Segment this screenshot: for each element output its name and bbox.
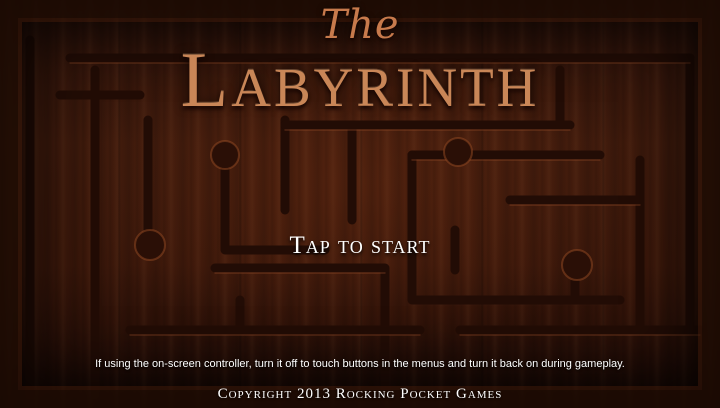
maze-hole	[443, 137, 473, 167]
maze-hole	[210, 140, 240, 170]
game-title: Labyrinth	[180, 36, 540, 123]
tap-to-start-button[interactable]: Tap to start	[0, 232, 720, 260]
copyright-text: Copyright 2013 Rocking Pocket Games	[217, 386, 503, 402]
title-screen[interactable]: The Labyrinth Tap to start If using the …	[0, 0, 720, 408]
controller-notice: If using the on-screen controller, turn …	[95, 358, 625, 370]
